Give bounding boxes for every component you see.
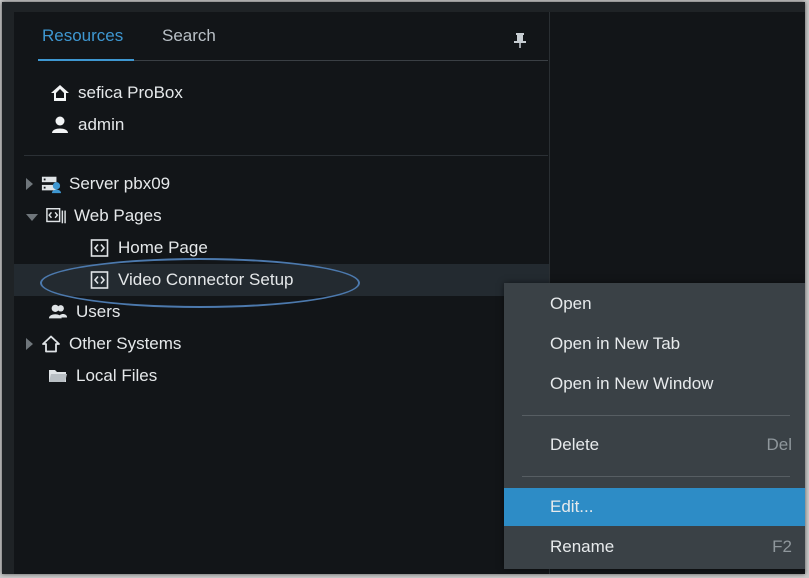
tab-search[interactable]: Search: [162, 26, 216, 46]
tree-item-label: Video Connector Setup: [118, 270, 294, 289]
menu-item-label: Delete: [550, 435, 600, 454]
menu-shortcut: F2: [772, 537, 792, 556]
home-icon: [51, 85, 69, 101]
menu-item-open-new-window[interactable]: Open in New Window: [504, 365, 805, 403]
panel-tabs: Resources Search: [14, 12, 549, 62]
tree-item-label: Other Systems: [69, 334, 182, 353]
tree-item-label: Local Files: [76, 366, 158, 385]
menu-item-rename[interactable]: Rename F2: [504, 528, 805, 566]
app-window: Resources Search sefica ProBox admin Ser…: [2, 2, 805, 574]
menu-item-delete[interactable]: Delete Del: [504, 426, 805, 464]
tree-item-video-connector-setup[interactable]: Video Connector Setup: [90, 265, 293, 295]
tree-item-users[interactable]: Users: [48, 297, 120, 327]
web-page-icon: [90, 239, 109, 257]
section-divider: [24, 155, 548, 156]
collapse-caret-icon[interactable]: [26, 213, 38, 221]
expand-caret-icon[interactable]: [26, 178, 33, 190]
context-menu: Open Open in New Tab Open in New Window …: [504, 283, 805, 569]
menu-item-open-new-tab[interactable]: Open in New Tab: [504, 325, 805, 363]
pin-icon[interactable]: [514, 32, 526, 48]
tree-item-label: Web Pages: [74, 206, 162, 225]
folder-icon: [49, 370, 67, 382]
web-page-icon: [90, 271, 109, 289]
server-icon: [41, 176, 61, 194]
users-icon: [48, 304, 68, 319]
user-icon: [52, 116, 68, 133]
tree-item-label: Users: [76, 302, 121, 321]
tree-item-label: Home Page: [118, 238, 208, 257]
tree-item-local-files[interactable]: Local Files: [48, 361, 157, 391]
menu-shortcut: Del: [766, 435, 792, 454]
tree-item-web-pages[interactable]: Web Pages: [26, 201, 162, 231]
resources-panel: Resources Search sefica ProBox admin Ser…: [14, 12, 549, 574]
menu-item-label: Open in New Tab: [550, 334, 681, 353]
menu-item-open[interactable]: Open: [504, 285, 805, 323]
menu-item-label: Open: [550, 294, 592, 313]
menu-item-label: Edit...: [550, 497, 594, 516]
product-row: sefica ProBox: [50, 78, 183, 108]
menu-item-edit[interactable]: Edit...: [504, 488, 805, 526]
product-name: sefica ProBox: [78, 83, 183, 102]
web-pages-icon: [46, 208, 66, 224]
menu-separator: [522, 476, 790, 477]
tree-item-home-page[interactable]: Home Page: [90, 233, 208, 263]
expand-caret-icon[interactable]: [26, 338, 33, 350]
tree-item-server[interactable]: Server pbx09: [26, 169, 170, 199]
tab-resources[interactable]: Resources: [42, 26, 123, 46]
tree-item-other-systems[interactable]: Other Systems: [26, 329, 181, 359]
menu-item-label: Rename: [550, 537, 615, 556]
user-row: admin: [50, 110, 124, 140]
menu-item-label: Open in New Window: [550, 374, 714, 393]
tab-active-indicator: [38, 59, 134, 61]
user-name: admin: [78, 115, 125, 134]
tree-item-label: Server pbx09: [69, 174, 171, 193]
menu-separator: [522, 415, 790, 416]
home-outline-icon: [42, 335, 60, 353]
